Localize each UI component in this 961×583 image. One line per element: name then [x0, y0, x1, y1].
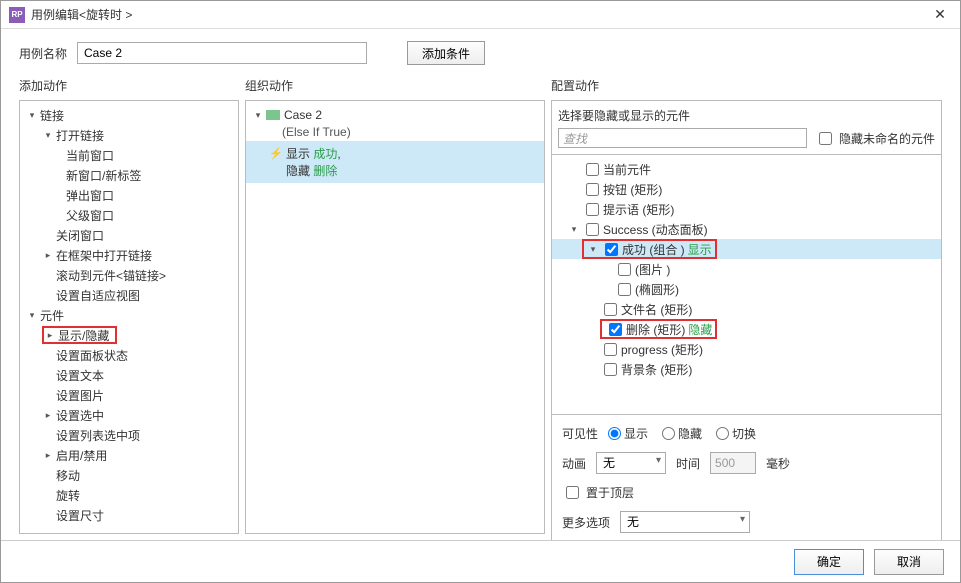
widget-item-button[interactable]: 按钮 (矩形): [552, 179, 941, 199]
tree-item[interactable]: 父级窗口: [20, 205, 238, 225]
animation-label: 动画: [562, 455, 586, 472]
tree-item[interactable]: 设置自适应视图: [20, 285, 238, 305]
time-label: 时间: [676, 455, 700, 472]
config-top: 选择要隐藏或显示的元件 隐藏未命名的元件: [551, 100, 942, 155]
time-input[interactable]: [710, 452, 756, 474]
config-action-column: 配置动作 选择要隐藏或显示的元件 隐藏未命名的元件 当前元件 按钮 (矩形) 提…: [551, 73, 942, 534]
tree-item[interactable]: 设置列表选中项: [20, 425, 238, 445]
config-action-header: 配置动作: [551, 73, 942, 100]
search-row: 隐藏未命名的元件: [558, 128, 935, 148]
tree-item[interactable]: 设置尺寸: [20, 505, 238, 525]
more-options-select[interactable]: 无: [620, 511, 750, 533]
widget-tree[interactable]: 当前元件 按钮 (矩形) 提示语 (矩形) ▾Success (动态面板) ▾成…: [551, 155, 942, 415]
time-unit: 毫秒: [766, 455, 790, 472]
widget-item-success-panel[interactable]: ▾Success (动态面板): [552, 219, 941, 239]
expander-icon: ▾: [42, 129, 54, 141]
add-action-header: 添加动作: [19, 73, 239, 100]
add-action-panel[interactable]: ▾链接 ▾打开链接 当前窗口 新窗口/新标签 弹出窗口 父级窗口 关闭窗口 ▸在…: [19, 100, 239, 534]
add-condition-button[interactable]: 添加条件: [407, 41, 485, 65]
tree-item[interactable]: 设置图片: [20, 385, 238, 405]
config-bottom: 可见性 显示 隐藏 切换 动画 无 时间 毫秒: [551, 415, 942, 540]
hide-unnamed-checkbox[interactable]: 隐藏未命名的元件: [815, 130, 935, 147]
case-name-label: 用例名称: [19, 45, 67, 62]
tree-item[interactable]: 新窗口/新标签: [20, 165, 238, 185]
bring-front-row: 置于顶层: [562, 484, 931, 501]
visibility-row: 可见性 显示 隐藏 切换: [562, 425, 931, 442]
organize-action-panel[interactable]: ▾ Case 2 (Else If True) ⚡ 显示 成功, 隐藏 删除: [245, 100, 545, 534]
tree-set-selected[interactable]: ▸设置选中: [20, 405, 238, 425]
add-action-column: 添加动作 ▾链接 ▾打开链接 当前窗口 新窗口/新标签 弹出窗口 父级窗口 关闭…: [19, 73, 239, 534]
widget-item-current[interactable]: 当前元件: [552, 159, 941, 179]
ok-button[interactable]: 确定: [794, 549, 864, 575]
widget-item-progress[interactable]: progress (矩形): [552, 339, 941, 359]
radio-show[interactable]: 显示: [608, 425, 648, 442]
case-condition: (Else If True): [246, 125, 544, 139]
tree-enable-disable[interactable]: ▸启用/禁用: [20, 445, 238, 465]
config-section: 选择要隐藏或显示的元件 隐藏未命名的元件 当前元件 按钮 (矩形) 提示语 (矩…: [551, 100, 942, 540]
widget-item-success-group[interactable]: ▾成功 (组合 )显示: [552, 239, 941, 259]
tree-show-hide[interactable]: ▸显示/隐藏: [20, 325, 238, 345]
tree-item[interactable]: 旋转: [20, 485, 238, 505]
tree-item[interactable]: 滚动到元件<锚链接>: [20, 265, 238, 285]
close-icon[interactable]: ✕: [928, 3, 952, 27]
dialog-window: RP 用例编辑<旋转时 > ✕ 用例名称 添加条件 添加动作 ▾链接 ▾打开链接…: [0, 0, 961, 583]
tree-item[interactable]: 弹出窗口: [20, 185, 238, 205]
expander-icon: ▾: [252, 109, 264, 121]
organize-action-column: 组织动作 ▾ Case 2 (Else If True) ⚡ 显示 成功, 隐藏…: [245, 73, 545, 534]
case-name-input[interactable]: [77, 42, 367, 64]
search-input[interactable]: [558, 128, 807, 148]
radio-hide[interactable]: 隐藏: [662, 425, 702, 442]
widget-item-delete[interactable]: 删除 (矩形)隐藏: [552, 319, 941, 339]
animation-row: 动画 无 时间 毫秒: [562, 452, 931, 474]
case-row[interactable]: ▾ Case 2: [246, 105, 544, 125]
action-row[interactable]: ⚡ 显示 成功,: [246, 143, 544, 163]
expander-icon: ▸: [42, 249, 54, 261]
action-line: 隐藏 删除: [246, 163, 544, 179]
tree-item[interactable]: 当前窗口: [20, 145, 238, 165]
more-options-label: 更多选项: [562, 514, 610, 531]
titlebar: RP 用例编辑<旋转时 > ✕: [1, 1, 960, 29]
widget-item-hint[interactable]: 提示语 (矩形): [552, 199, 941, 219]
animation-select[interactable]: 无: [596, 452, 666, 474]
widget-item-ellipse[interactable]: (椭圆形): [552, 279, 941, 299]
widget-item-file-label[interactable]: 文件名 (矩形): [552, 299, 941, 319]
name-row: 用例名称 添加条件: [1, 29, 960, 73]
expander-icon: ▾: [26, 109, 38, 121]
expander-icon: ▾: [587, 243, 599, 255]
tree-item[interactable]: 移动: [20, 465, 238, 485]
tree-group-widget[interactable]: ▾元件: [20, 305, 238, 325]
case-icon: [266, 110, 280, 120]
radio-toggle[interactable]: 切换: [716, 425, 756, 442]
visibility-radio-group: 显示 隐藏 切换: [608, 425, 756, 442]
expander-icon: ▾: [568, 223, 580, 235]
tree-group-link[interactable]: ▾链接: [20, 105, 238, 125]
app-icon: RP: [9, 7, 25, 23]
footer: 确定 取消: [1, 540, 960, 582]
widget-item-image[interactable]: (图片 ): [552, 259, 941, 279]
bring-front-checkbox[interactable]: 置于顶层: [562, 484, 634, 501]
tree-open-in-frame[interactable]: ▸在框架中打开链接: [20, 245, 238, 265]
bolt-icon: ⚡: [270, 146, 282, 160]
cancel-button[interactable]: 取消: [874, 549, 944, 575]
window-title: 用例编辑<旋转时 >: [31, 6, 928, 23]
more-options-row: 更多选项 无: [562, 511, 931, 533]
organize-action-header: 组织动作: [245, 73, 545, 100]
tree-item[interactable]: 设置面板状态: [20, 345, 238, 365]
config-title: 选择要隐藏或显示的元件: [558, 107, 935, 124]
columns: 添加动作 ▾链接 ▾打开链接 当前窗口 新窗口/新标签 弹出窗口 父级窗口 关闭…: [1, 73, 960, 540]
expander-icon: ▸: [44, 329, 56, 341]
expander-icon: ▸: [42, 449, 54, 461]
expander-icon: ▸: [42, 409, 54, 421]
visibility-label: 可见性: [562, 425, 598, 442]
expander-icon: ▾: [26, 309, 38, 321]
tree-open-link[interactable]: ▾打开链接: [20, 125, 238, 145]
widget-item-bg[interactable]: 背景条 (矩形): [552, 359, 941, 379]
action-block[interactable]: ⚡ 显示 成功, 隐藏 删除: [246, 141, 544, 183]
tree-item[interactable]: 关闭窗口: [20, 225, 238, 245]
tree-item[interactable]: 设置文本: [20, 365, 238, 385]
